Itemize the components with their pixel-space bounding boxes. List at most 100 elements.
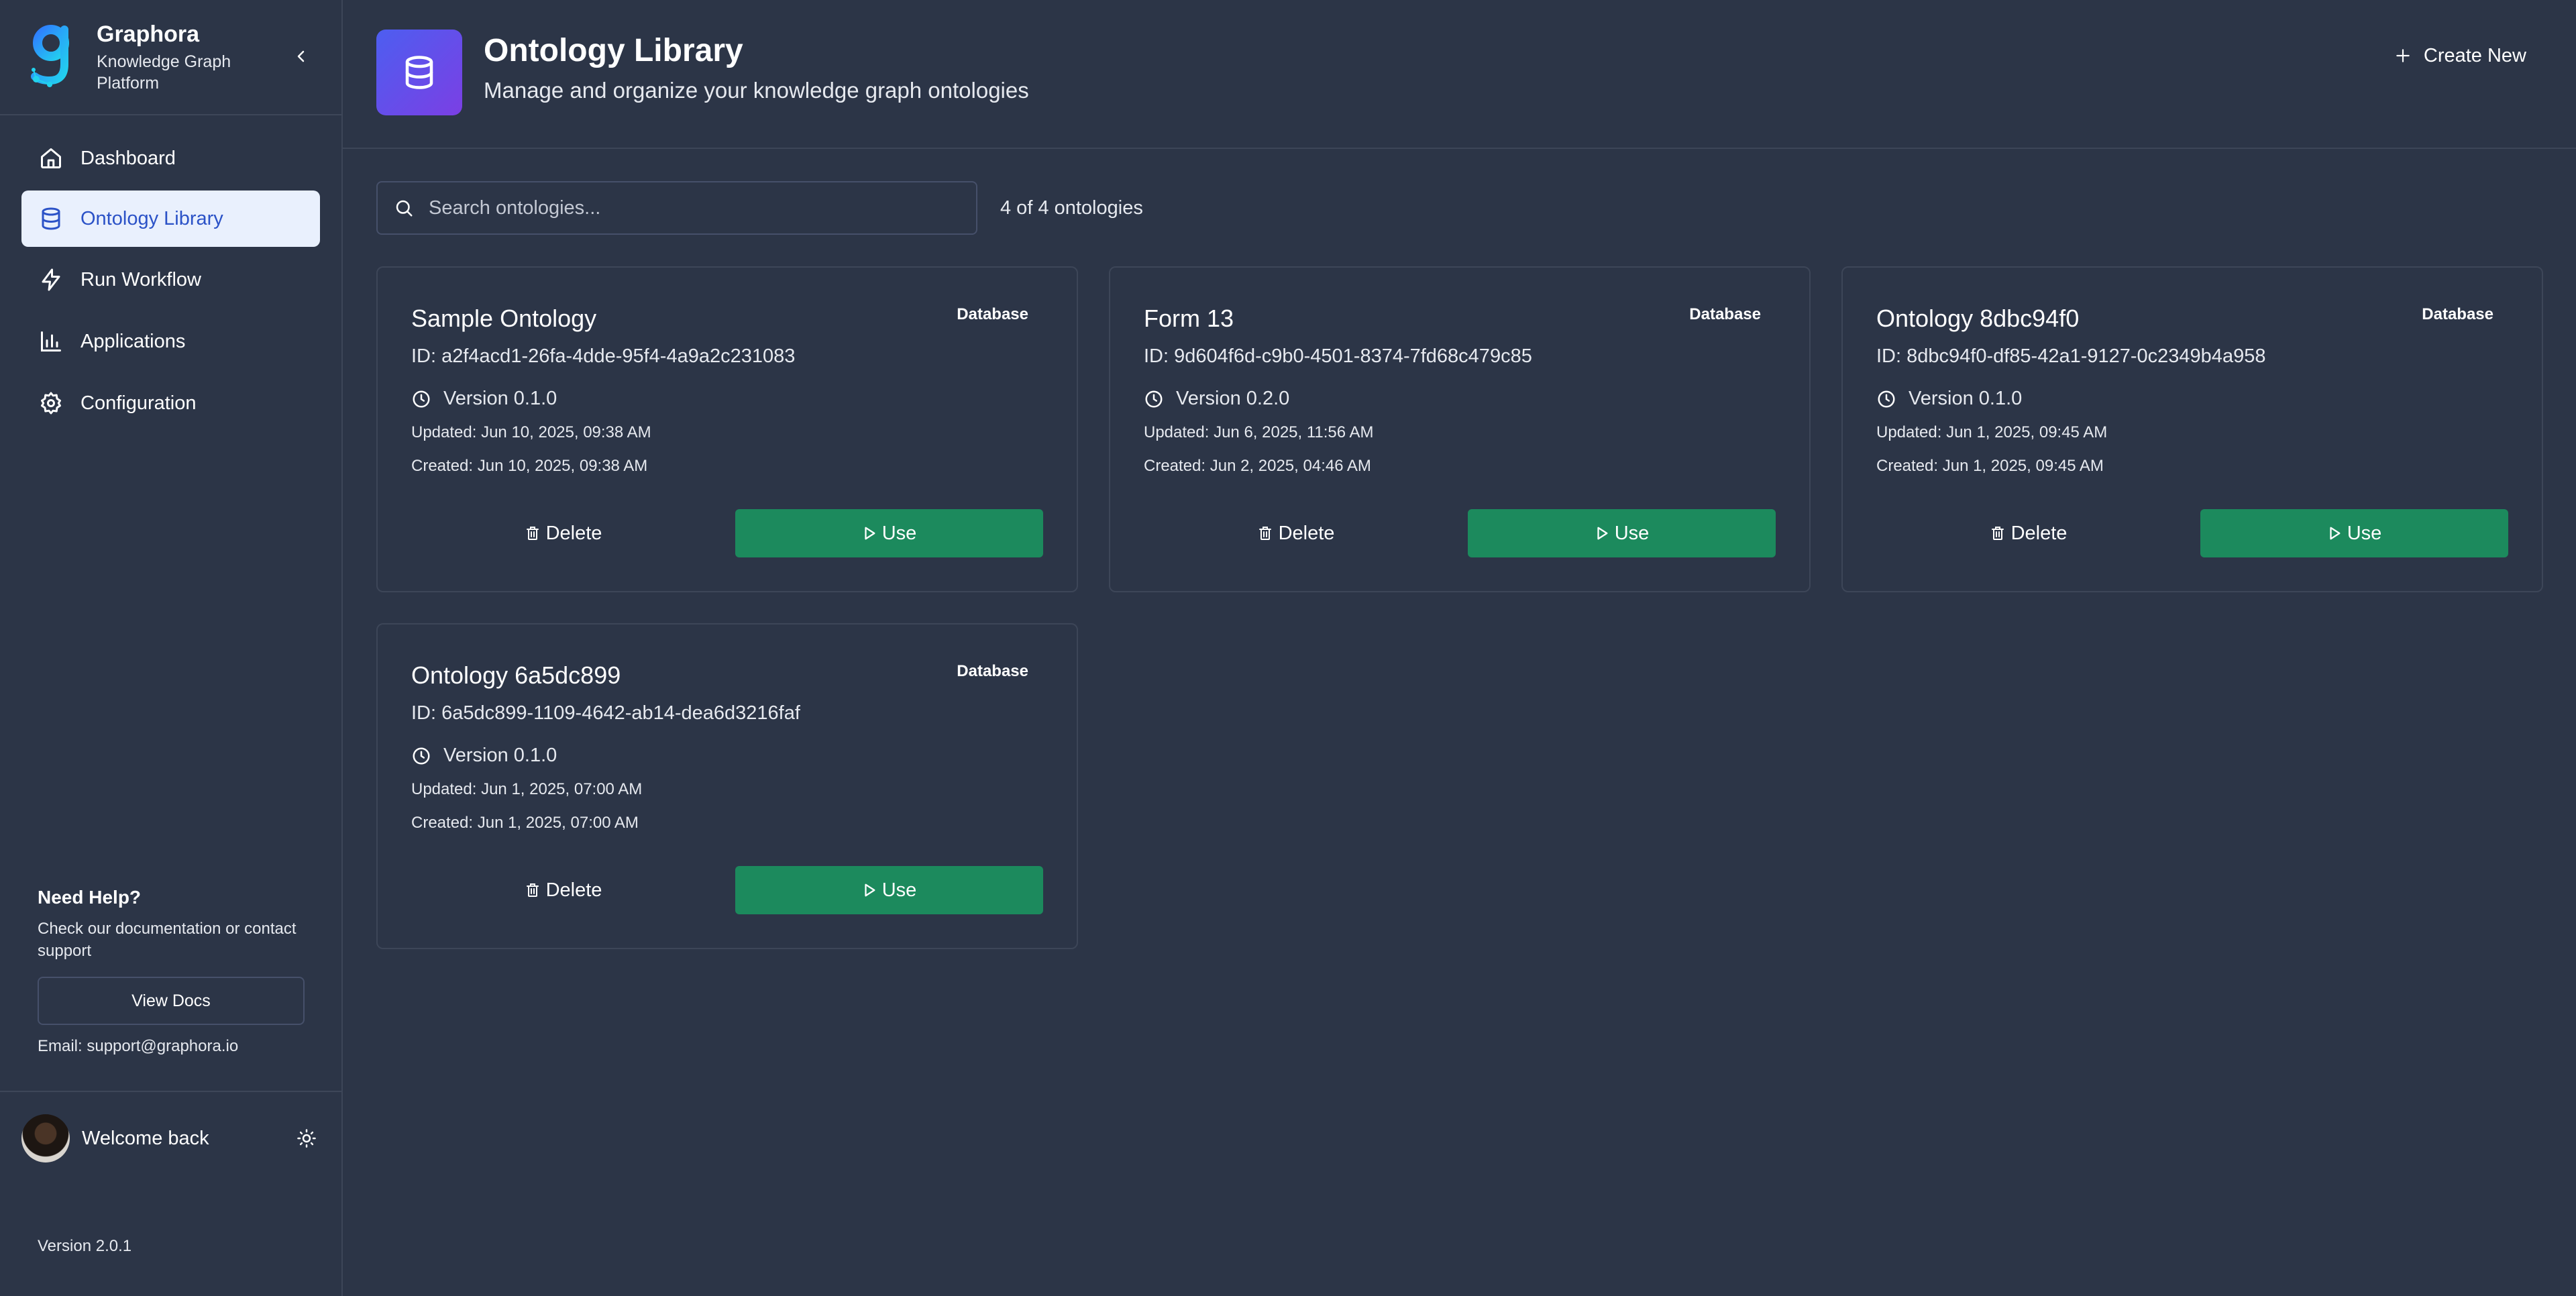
delete-label: Delete xyxy=(545,522,602,544)
use-button[interactable]: Use xyxy=(735,509,1043,557)
card-actions: Delete Use xyxy=(1144,509,1776,557)
ontology-name: Ontology 6a5dc899 xyxy=(411,661,621,689)
use-label: Use xyxy=(2347,522,2382,544)
sidebar-item-dashboard[interactable]: Dashboard xyxy=(21,130,320,186)
card-actions: Delete Use xyxy=(411,866,1043,914)
page-title: Ontology Library xyxy=(484,33,743,68)
ontology-card: Sample Ontology Database ID: a2f4acd1-26… xyxy=(376,266,1078,592)
version-row: Version 0.1.0 xyxy=(411,388,1043,410)
clock-icon xyxy=(1876,389,1896,409)
app-root: Graphora Knowledge Graph Platform Dashbo… xyxy=(0,0,2576,1296)
graphora-logo-icon xyxy=(28,23,75,90)
sidebar-item-label: Ontology Library xyxy=(80,207,223,229)
use-button[interactable]: Use xyxy=(2200,509,2508,557)
search-toolbar: 4 of 4 ontologies xyxy=(376,181,1143,235)
clock-icon xyxy=(1144,389,1164,409)
ontology-id: ID: a2f4acd1-26fa-4dde-95f4-4a9a2c231083 xyxy=(411,345,796,367)
created-date: Created: Jun 10, 2025, 09:38 AM xyxy=(411,457,648,475)
use-label: Use xyxy=(1614,522,1650,544)
type-badge: Database xyxy=(957,305,1028,323)
avatar[interactable] xyxy=(21,1114,70,1163)
sidebar: Graphora Knowledge Graph Platform Dashbo… xyxy=(0,0,343,1296)
created-date: Created: Jun 2, 2025, 04:46 AM xyxy=(1144,457,1371,475)
gear-icon xyxy=(38,390,64,417)
search-icon xyxy=(396,200,413,217)
play-icon xyxy=(862,526,877,541)
use-button[interactable]: Use xyxy=(735,866,1043,914)
sun-icon xyxy=(297,1129,316,1148)
delete-button[interactable]: Delete xyxy=(411,866,715,914)
sidebar-item-label: Configuration xyxy=(80,392,197,414)
plus-icon xyxy=(2394,47,2412,64)
main-content: Ontology Library Manage and organize you… xyxy=(343,0,2576,1296)
sidebar-collapse-button[interactable] xyxy=(289,44,313,68)
brand-subtitle: Knowledge Graph Platform xyxy=(97,52,231,93)
card-actions: Delete Use xyxy=(411,509,1043,557)
delete-button[interactable]: Delete xyxy=(1876,509,2180,557)
card-actions: Delete Use xyxy=(1876,509,2508,557)
created-date: Created: Jun 1, 2025, 07:00 AM xyxy=(411,814,639,832)
ontology-name: Sample Ontology xyxy=(411,305,597,332)
version-text: Version 0.2.0 xyxy=(1176,388,1290,409)
clock-icon xyxy=(411,389,431,409)
trash-icon xyxy=(1257,525,1273,541)
ontology-id: ID: 9d604f6d-c9b0-4501-8374-7fd68c479c85 xyxy=(1144,345,1532,367)
sidebar-nav: Dashboard Ontology Library Run Workflow … xyxy=(0,115,341,432)
search-box xyxy=(376,181,977,235)
page-header: Ontology Library Manage and organize you… xyxy=(343,0,2576,149)
updated-date: Updated: Jun 6, 2025, 11:56 AM xyxy=(1144,423,1374,441)
brand-name: Graphora xyxy=(97,21,200,47)
welcome-text: Welcome back xyxy=(82,1127,209,1149)
sidebar-item-applications[interactable]: Applications xyxy=(21,313,320,370)
chevron-left-icon xyxy=(297,50,305,62)
sidebar-item-ontology-library[interactable]: Ontology Library xyxy=(21,191,320,247)
database-icon xyxy=(38,205,64,232)
app-version: Version 2.0.1 xyxy=(38,1237,132,1255)
version-row: Version 0.1.0 xyxy=(1876,388,2508,410)
search-input[interactable] xyxy=(429,197,960,219)
support-email: Email: support@graphora.io xyxy=(38,1037,239,1055)
result-count: 4 of 4 ontologies xyxy=(1000,197,1143,219)
type-badge: Database xyxy=(957,662,1028,680)
type-badge: Database xyxy=(1689,305,1761,323)
use-label: Use xyxy=(881,879,917,901)
help-text: Check our documentation or contact suppo… xyxy=(38,920,297,960)
version-text: Version 0.1.0 xyxy=(1909,388,2023,409)
header-text: Ontology Library Manage and organize you… xyxy=(484,30,1029,103)
delete-label: Delete xyxy=(545,879,602,901)
version-text: Version 0.1.0 xyxy=(443,745,557,766)
trash-icon xyxy=(525,882,541,898)
view-docs-button[interactable]: View Docs xyxy=(38,977,305,1025)
ontology-id: ID: 8dbc94f0-df85-42a1-9127-0c2349b4a958 xyxy=(1876,345,2266,367)
delete-button[interactable]: Delete xyxy=(1144,509,1448,557)
updated-date: Updated: Jun 1, 2025, 07:00 AM xyxy=(411,780,643,798)
created-date: Created: Jun 1, 2025, 09:45 AM xyxy=(1876,457,2104,475)
ontology-card: Ontology 6a5dc899 Database ID: 6a5dc899-… xyxy=(376,623,1078,949)
trash-icon xyxy=(1990,525,2006,541)
version-row: Version 0.1.0 xyxy=(411,745,1043,767)
create-new-button[interactable]: Create New xyxy=(2394,40,2526,71)
sidebar-item-label: Dashboard xyxy=(80,147,176,169)
brand-header: Graphora Knowledge Graph Platform xyxy=(0,0,341,115)
clock-icon xyxy=(411,746,431,766)
use-label: Use xyxy=(881,522,917,544)
theme-toggle-button[interactable] xyxy=(293,1125,320,1152)
brand-text: Graphora Knowledge Graph Platform xyxy=(97,23,271,94)
trash-icon xyxy=(525,525,541,541)
ontology-name: Form 13 xyxy=(1144,305,1234,332)
ontology-card-grid: Sample Ontology Database ID: a2f4acd1-26… xyxy=(376,266,2543,949)
use-button[interactable]: Use xyxy=(1468,509,1776,557)
delete-button[interactable]: Delete xyxy=(411,509,715,557)
sidebar-item-run-workflow[interactable]: Run Workflow xyxy=(21,251,320,309)
ontology-card: Form 13 Database ID: 9d604f6d-c9b0-4501-… xyxy=(1109,266,1811,592)
play-icon xyxy=(862,883,877,898)
sidebar-item-label: Applications xyxy=(80,330,186,352)
database-icon xyxy=(376,30,462,115)
play-icon xyxy=(2327,526,2342,541)
sidebar-item-configuration[interactable]: Configuration xyxy=(21,374,320,432)
updated-date: Updated: Jun 1, 2025, 09:45 AM xyxy=(1876,423,2108,441)
delete-label: Delete xyxy=(2010,522,2068,544)
ontology-name: Ontology 8dbc94f0 xyxy=(1876,305,2080,332)
sidebar-item-label: Run Workflow xyxy=(80,268,201,290)
ontology-id: ID: 6a5dc899-1109-4642-ab14-dea6d3216faf xyxy=(411,702,800,724)
